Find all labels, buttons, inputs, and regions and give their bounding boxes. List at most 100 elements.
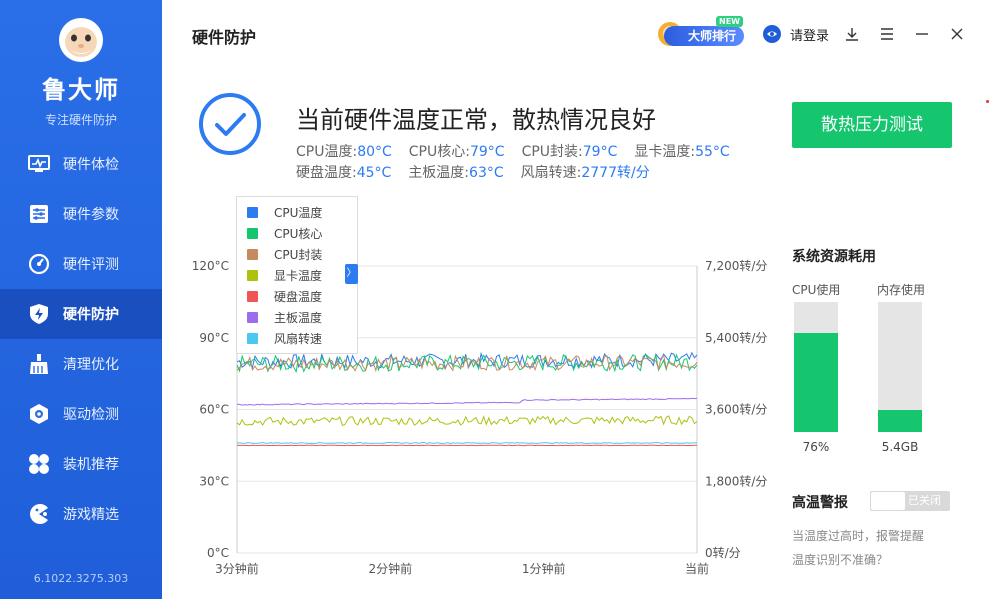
sidebar-item-hardware-benchmark[interactable]: 硬件评测 [0,239,162,289]
sidebar-item-hardware-checkup[interactable]: 硬件体检 [0,139,162,189]
indicator-dot [986,100,989,103]
sidebar-item-label: 硬件体检 [63,157,119,173]
app-version: 6.1022.3275.303 [33,572,129,585]
memory-usage-value: 5.4GB [881,440,919,454]
minimize-button[interactable] [912,24,932,44]
legend-item[interactable]: CPU封装 [237,244,357,265]
y2-tick-label: 7,200转/分 [705,258,767,273]
y-tick-label: 90°C [199,331,229,345]
hamburger-menu-icon [881,28,893,40]
new-badge: NEW [716,16,743,27]
close-button[interactable] [947,24,967,44]
status-ok-check-icon [199,93,261,155]
high-temp-alarm-title: 高温警报 [792,495,848,511]
broom-icon [28,353,50,375]
hexagon-gear-icon [28,403,50,425]
legend-swatch [247,291,258,302]
download-icon [846,28,858,41]
login-label: 请登录 [790,28,830,44]
sidebar: 鲁大师 专注硬件防护 硬件体检 硬件参数 硬件评测 硬件防护 清理优化 驱动检测… [0,0,162,599]
x-tick-label: 1分钟前 [522,561,566,576]
sidebar-item-label: 装机推荐 [63,457,119,473]
legend-item[interactable]: 显卡温度 [237,265,357,286]
legend-swatch [247,270,258,281]
cpu-usage-bar [794,302,838,432]
sidebar-item-hardware-protection[interactable]: 硬件防护 [0,289,162,339]
download-button[interactable] [842,24,862,44]
app-name: 鲁大师 [42,76,120,104]
legend-swatch [247,249,258,260]
sidebar-item-build-recommend[interactable]: 装机推荐 [0,439,162,489]
cpu-usage-fill [794,333,838,432]
sidebar-nav: 硬件体检 硬件参数 硬件评测 硬件防护 清理优化 驱动检测 装机推荐 游戏精选 [0,139,162,539]
chevron-right-icon: 〉 [346,268,357,279]
logo: 鲁大师 专注硬件防护 [0,12,162,128]
y-tick-label: 30°C [199,474,229,488]
memory-usage-label: 内存使用 [877,283,926,297]
alarm-note: 当温度过高时，报警提醒 [792,529,925,543]
user-avatar-icon [763,25,781,43]
stress-test-button[interactable]: 散热压力测试 [792,102,952,148]
sidebar-item-game-picks[interactable]: 游戏精选 [0,489,162,539]
chart-legend: CPU温度 CPU核心 CPU封装 显卡温度 硬盘温度 主板温度 风扇转速 [236,196,358,354]
toggle-knob [871,492,905,510]
series-line [236,441,698,445]
y2-tick-label: 5,400转/分 [705,330,767,345]
high-temp-alarm-toggle[interactable]: 已关闭 [870,491,950,511]
sidebar-item-clean-optimize[interactable]: 清理优化 [0,339,162,389]
menu-button[interactable] [877,24,897,44]
y2-tick-label: 0转/分 [705,545,741,560]
shield-bolt-icon [28,303,50,325]
monitor-pulse-icon [28,153,50,175]
reading-cpu-package: CPU封装:79°C [521,144,618,160]
sidebar-item-label: 驱动检测 [63,407,119,423]
mascot-logo-icon [59,18,103,62]
app-subtitle: 专注硬件防护 [44,113,117,127]
reading-gpu-temp: 显卡温度:55°C [634,144,730,160]
pacman-icon [28,503,50,525]
y-tick-label: 0°C [207,546,229,560]
legend-item[interactable]: 主板温度 [237,307,357,328]
sidebar-item-label: 清理优化 [63,357,119,373]
series-line [236,444,698,447]
x-tick-label: 3分钟前 [215,561,259,576]
close-icon [951,28,963,40]
legend-item[interactable]: CPU温度 [237,202,357,223]
legend-swatch [247,228,258,239]
rank-label: 大师排行 [664,26,744,46]
sidebar-item-driver-check[interactable]: 驱动检测 [0,389,162,439]
readings-row: 硬盘温度:45°C 主板温度:63°C 风扇转速:2777转/分 [296,163,747,184]
sliders-icon [28,203,50,225]
reading-cpu-temp: CPU温度:80°C [296,144,392,160]
reading-disk-temp: 硬盘温度:45°C [296,165,392,181]
legend-swatch [247,207,258,218]
status-title: 当前硬件温度正常，散热情况良好 [296,106,656,134]
x-tick-label: 当前 [685,561,709,576]
fan-icon [28,453,50,475]
resource-usage-title: 系统资源耗用 [792,249,876,265]
cpu-usage-value: 76% [802,440,830,454]
login-button[interactable]: 请登录 [762,24,829,44]
series-line [236,415,698,427]
legend-item[interactable]: 风扇转速 [237,328,357,349]
reading-cpu-core: CPU核心:79°C [408,144,505,160]
toggle-state-label: 已关闭 [908,494,941,507]
y2-tick-label: 1,800转/分 [705,473,767,488]
reading-fan-speed: 风扇转速:2777转/分 [520,165,650,181]
sidebar-item-label: 硬件防护 [63,307,119,323]
y-tick-label: 120°C [192,259,229,273]
temp-inaccurate-link[interactable]: 温度识别不准确？ [792,551,888,568]
legend-item[interactable]: CPU核心 [237,223,357,244]
legend-swatch [247,333,258,344]
series-line [236,397,698,406]
memory-usage-bar [878,302,922,432]
sidebar-item-label: 游戏精选 [63,507,119,523]
master-rank-button[interactable]: 大师排行 NEW [656,16,748,48]
legend-swatch [247,312,258,323]
legend-item[interactable]: 硬盘温度 [237,286,357,307]
cpu-usage-label: CPU使用 [792,283,841,297]
sidebar-item-label: 硬件参数 [63,207,119,223]
x-tick-label: 2分钟前 [369,561,413,576]
sidebar-item-hardware-params[interactable]: 硬件参数 [0,189,162,239]
legend-collapse-button[interactable]: 〉 [345,264,358,284]
